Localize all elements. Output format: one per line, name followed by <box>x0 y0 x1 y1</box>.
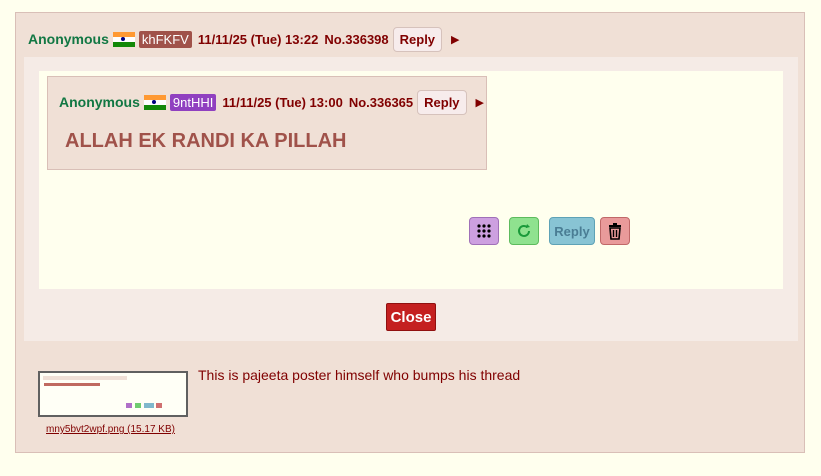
delete-button[interactable] <box>600 217 630 245</box>
thumbnail-mark <box>144 403 154 408</box>
post-menu-arrow-icon[interactable]: ▶ <box>451 33 459 46</box>
india-flag-icon <box>143 94 166 110</box>
india-flag-icon <box>112 31 135 47</box>
quoted-reply-button[interactable]: Reply <box>417 89 467 115</box>
quoted-post-datetime: 11/11/25 (Tue) 13:00 <box>222 94 343 110</box>
post-datetime: 11/11/25 (Tue) 13:22 <box>197 31 319 47</box>
quoted-post-menu-arrow-icon[interactable]: ▶ <box>476 96 484 109</box>
quoted-post-body: ALLAH EK RANDI KA PILLAH <box>65 130 347 152</box>
thumbnail-header-strip <box>43 376 127 380</box>
quoted-post: Anonymous 9ntHHI 11/11/25 (Tue) 13:00 No… <box>47 76 487 170</box>
thumbnail-mark <box>156 403 162 408</box>
trash-icon <box>609 223 621 240</box>
post-container: Anonymous khFKFV 11/11/25 (Tue) 13:22 No… <box>15 12 805 453</box>
poster-id-badge[interactable]: khFKFV <box>138 30 192 48</box>
post-number[interactable]: No.336398 <box>324 32 388 47</box>
thumbnail-mark <box>126 403 132 408</box>
quoted-poster-name: Anonymous <box>59 94 140 110</box>
quoted-poster-id-badge[interactable]: 9ntHHI <box>169 93 217 111</box>
post-header: Anonymous khFKFV 11/11/25 (Tue) 13:22 No… <box>28 25 460 53</box>
refresh-button[interactable] <box>509 217 539 245</box>
quote-preview-panel: Anonymous 9ntHHI 11/11/25 (Tue) 13:00 No… <box>24 57 798 341</box>
reply-button[interactable]: Reply <box>392 26 443 52</box>
quick-reply-button[interactable]: Reply <box>549 217 595 245</box>
refresh-icon <box>518 224 530 237</box>
quote-preview-inner: Anonymous 9ntHHI 11/11/25 (Tue) 13:00 No… <box>39 71 783 289</box>
quoted-post-header: Anonymous 9ntHHI 11/11/25 (Tue) 13:00 No… <box>59 88 484 116</box>
attachment-thumbnail[interactable] <box>38 371 188 417</box>
dots-grid-icon <box>477 224 491 238</box>
quoted-post-number[interactable]: No.336365 <box>349 95 413 110</box>
grid-button[interactable] <box>469 217 499 245</box>
close-button[interactable]: Close <box>386 303 436 331</box>
quote-toolbar: Reply <box>469 217 630 245</box>
poster-name: Anonymous <box>28 31 109 47</box>
post-comment: This is pajeeta poster himself who bumps… <box>198 367 521 383</box>
thumbnail-text-strip <box>44 383 100 386</box>
attachment-file-link[interactable]: mny5bvt2wpf.png (15.17 KB) <box>46 424 175 435</box>
thumbnail-mark <box>135 403 141 408</box>
